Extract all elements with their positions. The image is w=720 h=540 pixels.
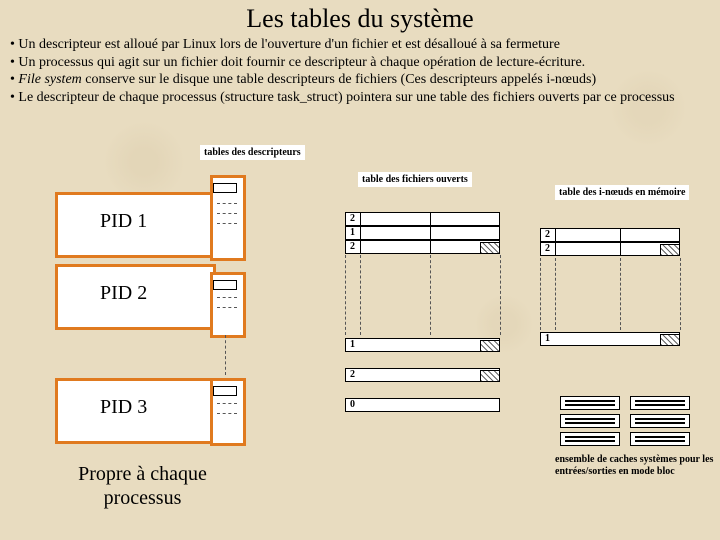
refcount: 1	[350, 228, 355, 238]
inode-refcount: 2	[545, 230, 550, 240]
label-descriptor-tables: tables des descripteurs	[200, 145, 305, 160]
label-open-files: table des fichiers ouverts	[358, 172, 472, 187]
descriptor-table-2	[210, 272, 246, 338]
refcount: 2	[350, 370, 355, 380]
refcount: 1	[350, 340, 355, 350]
pid-label-2: PID 2	[100, 282, 147, 305]
refcount: 2	[350, 214, 355, 224]
bullet-item: • File system conserve sur le disque une…	[10, 71, 710, 89]
inode-refcount: 2	[545, 244, 550, 254]
descriptor-table-1	[210, 175, 246, 261]
page-title: Les tables du système	[0, 0, 720, 36]
dashed-connector	[225, 335, 226, 375]
bullet-item: • Le descripteur de chaque processus (st…	[10, 89, 710, 107]
pid-label-1: PID 1	[100, 210, 147, 233]
descriptor-table-3	[210, 378, 246, 446]
bullet-item: • Un processus qui agit sur un fichier d…	[10, 54, 710, 72]
label-inodes: table des i-nœuds en mémoire	[555, 185, 689, 200]
refcount: 0	[350, 400, 355, 410]
bullet-item: • Un descripteur est alloué par Linux lo…	[10, 36, 710, 54]
bullet-list: • Un descripteur est alloué par Linux lo…	[0, 36, 720, 110]
pid-label-3: PID 3	[100, 396, 147, 419]
refcount: 2	[350, 242, 355, 252]
label-per-process: Propre à chaque processus	[60, 462, 225, 510]
label-caches: ensemble de caches systèmes pour les ent…	[555, 454, 715, 478]
inode-refcount: 1	[545, 334, 550, 344]
